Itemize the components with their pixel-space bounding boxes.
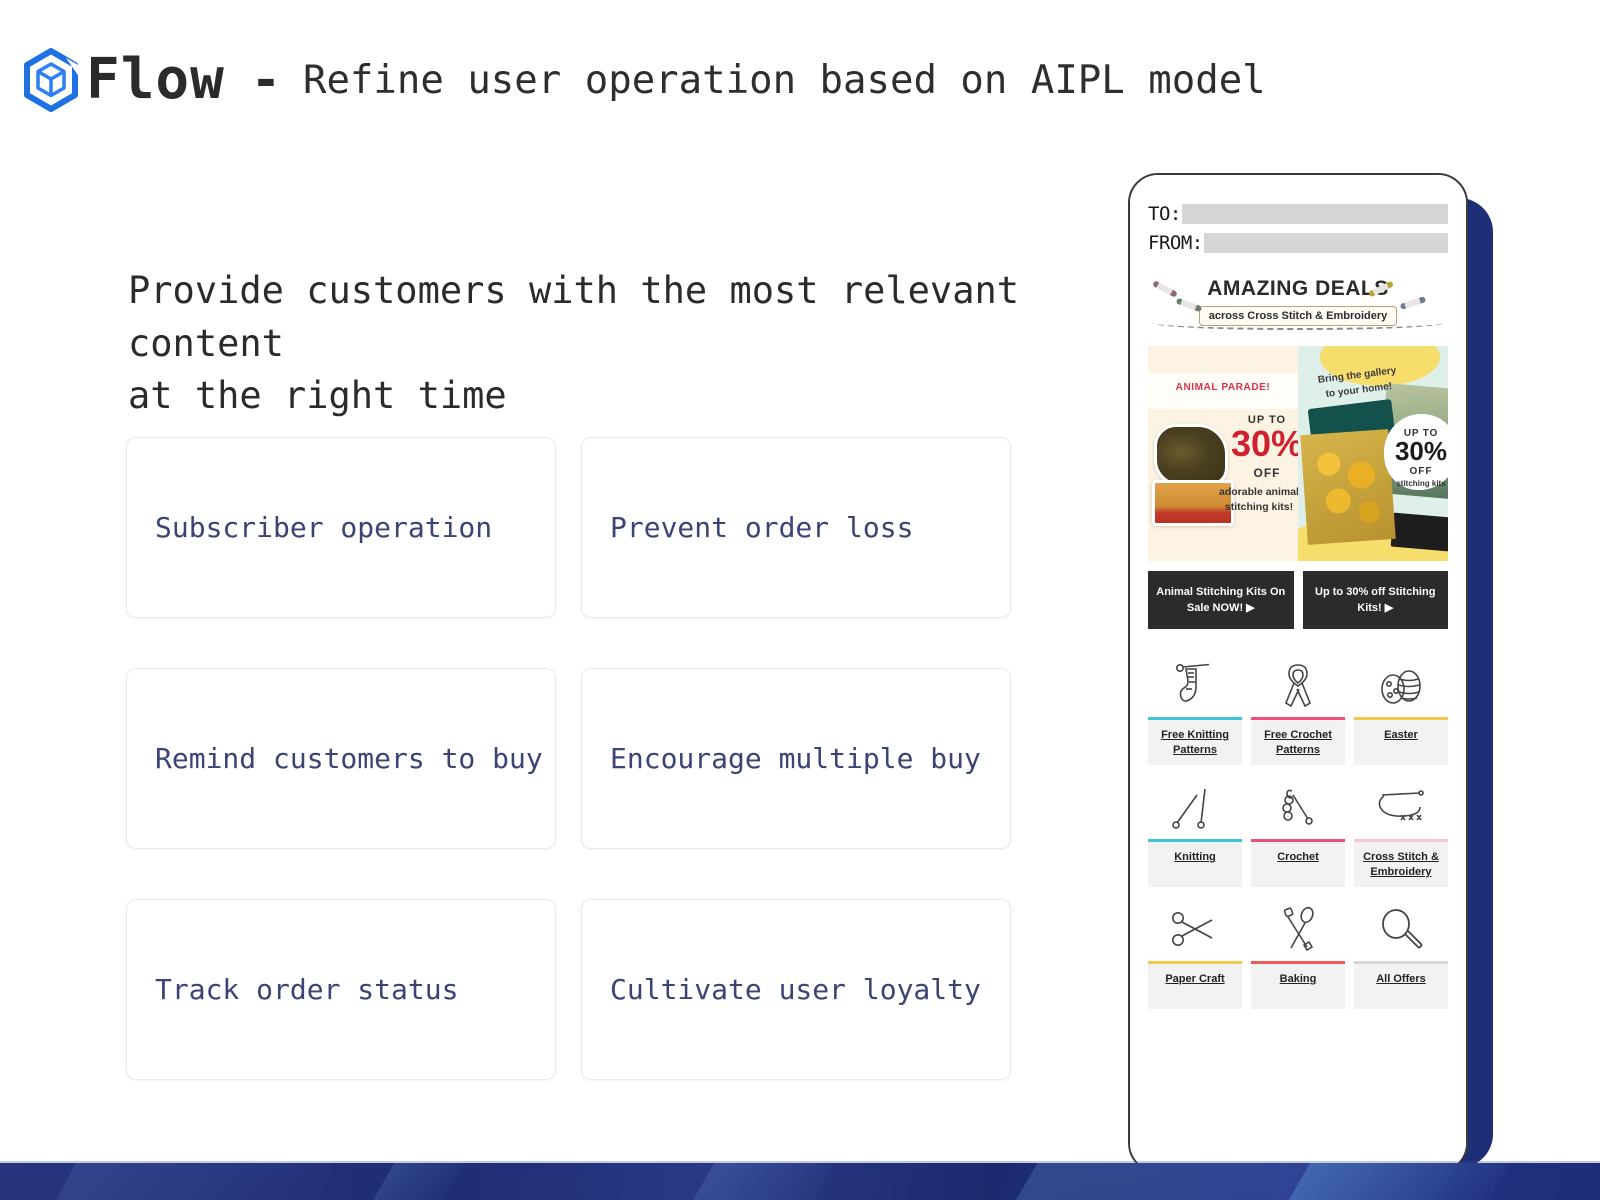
mail-to-row: TO: [1148, 203, 1448, 225]
needle-thread-icon [1374, 777, 1428, 839]
band-streak-decor [668, 1163, 852, 1200]
category-tile[interactable]: Free Crochet Patterns [1251, 717, 1345, 765]
header-separator: - [250, 51, 281, 109]
promo-hero-left[interactable]: ANIMAL PARADE! UP TO 30% OFF adorable an… [1148, 346, 1298, 561]
card-remind-customers-to-buy[interactable]: Remind customers to buy [126, 668, 556, 849]
category-label: Free Knitting Patterns [1161, 729, 1229, 756]
category-label: Free Crochet Patterns [1264, 729, 1332, 756]
category-baking[interactable]: Baking [1251, 899, 1345, 1009]
email-preview: TO: FROM: AMAZING DEALS across Cross Sti… [1130, 175, 1466, 1171]
deals-banner: AMAZING DEALS across Cross Stitch & Embr… [1148, 278, 1448, 340]
hero-left-kicker: ANIMAL PARADE! [1175, 382, 1271, 393]
mail-from-label: FROM: [1148, 232, 1203, 254]
card-label: Encourage multiple buy [610, 742, 981, 775]
rolling-pin-spoon-icon [1274, 899, 1322, 961]
category-label: Knitting [1174, 851, 1216, 863]
category-paper-craft[interactable]: Paper Craft [1148, 899, 1242, 1009]
category-label: Paper Craft [1165, 973, 1225, 985]
promo-hero-right[interactable]: Bring the gallery to your home! UP TO 30… [1298, 346, 1448, 561]
category-tile[interactable]: Knitting [1148, 839, 1242, 887]
category-label: Cross Stitch & Embroidery [1363, 851, 1439, 878]
cube-hexagon-icon [24, 48, 80, 112]
mail-to-redacted-value [1181, 204, 1448, 224]
card-track-order-status[interactable]: Track order status [126, 899, 556, 1080]
knitting-sock-icon [1173, 655, 1217, 717]
crochet-ribbon-icon [1276, 655, 1320, 717]
bottom-accent-band [0, 1163, 1600, 1200]
card-label: Subscriber operation [155, 511, 493, 544]
category-label: All Offers [1376, 973, 1426, 985]
category-label: Baking [1279, 973, 1317, 985]
band-streak-decor [354, 1163, 476, 1200]
card-subscriber-operation[interactable]: Subscriber operation [126, 437, 556, 618]
card-label: Remind customers to buy [155, 742, 543, 775]
category-tile[interactable]: Paper Craft [1148, 961, 1242, 1009]
phone-mockup: TO: FROM: AMAZING DEALS across Cross Sti… [1128, 173, 1468, 1173]
page-header: Flow - Refine user operation based on AI… [0, 0, 1600, 160]
category-easter[interactable]: Easter [1354, 655, 1448, 765]
card-prevent-order-loss[interactable]: Prevent order loss [581, 437, 1011, 618]
category-tile[interactable]: Cross Stitch & Embroidery [1354, 839, 1448, 887]
card-encourage-multiple-buy[interactable]: Encourage multiple buy [581, 668, 1011, 849]
hero-left-off: OFF [1253, 466, 1281, 480]
band-streak-decor [1264, 1163, 1516, 1200]
mail-from-row: FROM: [1148, 232, 1448, 254]
mail-to-label: TO: [1148, 203, 1181, 225]
category-label: Easter [1384, 729, 1418, 741]
promo-hero: ANIMAL PARADE! UP TO 30% OFF adorable an… [1148, 346, 1448, 561]
category-label: Crochet [1277, 851, 1319, 863]
hero-right-subtext: stitching kits [1396, 479, 1446, 488]
page-title: Refine user operation based on AIPL mode… [302, 57, 1266, 103]
category-tile[interactable]: Easter [1354, 717, 1448, 765]
brand-name: Flow [86, 47, 225, 112]
category-grid: Free Knitting Patterns Free Crochet Patt… [1148, 655, 1448, 1009]
hero-right-percent: 30% [1394, 436, 1448, 466]
hero-left-subtext: adorable animal stitching kits! [1219, 486, 1298, 514]
sunflower-artwork-photo [1300, 429, 1396, 545]
card-label: Cultivate user loyalty [610, 973, 981, 1006]
card-cultivate-user-loyalty[interactable]: Cultivate user loyalty [581, 899, 1011, 1080]
mail-from-redacted-value [1203, 233, 1448, 253]
crochet-hook-icon [1274, 777, 1322, 839]
category-all-offers[interactable]: All Offers [1354, 899, 1448, 1009]
cta-stitching-kits-discount[interactable]: Up to 30% off Stitching Kits! ▶ [1302, 571, 1448, 629]
magnifier-icon [1377, 899, 1425, 961]
artwork-label-photo [1390, 512, 1448, 552]
card-label: Prevent order loss [610, 511, 914, 544]
cta-row: Animal Stitching Kits On Sale NOW! ▶ Up … [1148, 571, 1448, 629]
category-knitting[interactable]: Knitting [1148, 777, 1242, 887]
category-tile[interactable]: All Offers [1354, 961, 1448, 1009]
needle-decor-icon [1175, 297, 1203, 313]
hero-left-percent: 30% [1230, 423, 1298, 464]
dashed-arc-decor [1152, 316, 1444, 330]
hero-right-off: OFF [1409, 466, 1433, 477]
category-tile[interactable]: Crochet [1251, 839, 1345, 887]
easter-eggs-icon [1376, 655, 1426, 717]
capability-card-grid: Subscriber operation Prevent order loss … [126, 437, 1011, 1080]
category-cross-stitch-embroidery[interactable]: Cross Stitch & Embroidery [1354, 777, 1448, 887]
deals-title: AMAZING DEALS [1207, 277, 1389, 300]
knitting-needles-icon [1171, 777, 1219, 839]
cat-photo [1154, 424, 1228, 486]
category-free-knitting-patterns[interactable]: Free Knitting Patterns [1148, 655, 1242, 765]
category-free-crochet-patterns[interactable]: Free Crochet Patterns [1251, 655, 1345, 765]
category-crochet[interactable]: Crochet [1251, 777, 1345, 887]
headline: Provide customers with the most relevant… [128, 269, 1020, 418]
category-tile[interactable]: Baking [1251, 961, 1345, 1009]
scissors-icon [1169, 899, 1221, 961]
cta-animal-stitching-kits[interactable]: Animal Stitching Kits On Sale NOW! ▶ [1148, 571, 1294, 629]
category-tile[interactable]: Free Knitting Patterns [1148, 717, 1242, 765]
card-label: Track order status [155, 973, 459, 1006]
